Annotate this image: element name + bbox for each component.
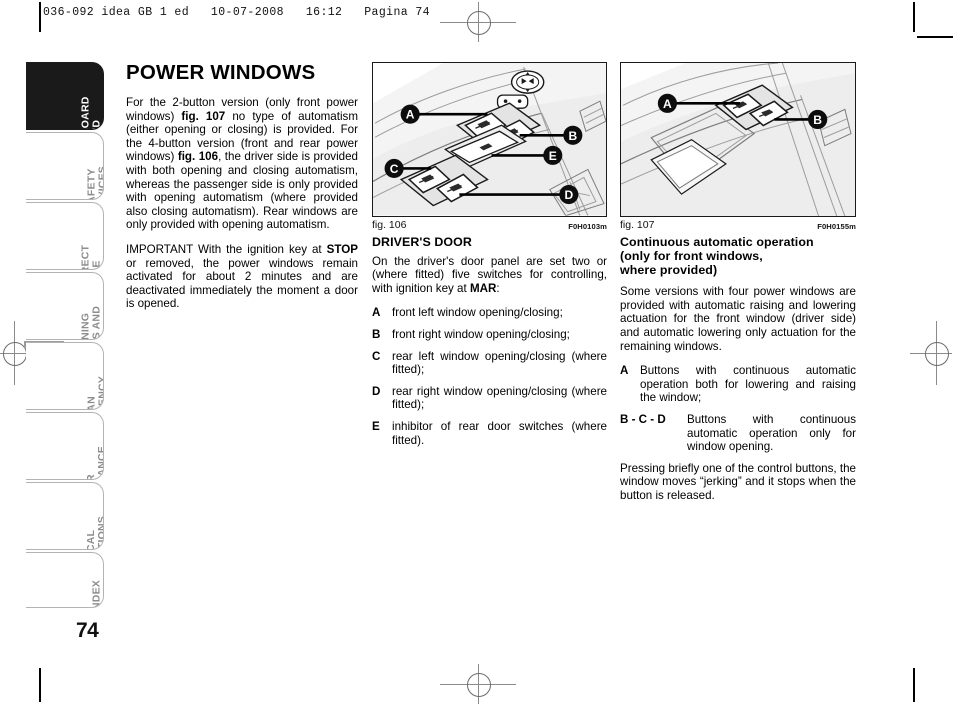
list-item-key: B <box>372 328 381 342</box>
figure-107-frame: A B <box>620 62 856 218</box>
ignition-key-mar: MAR <box>469 281 497 295</box>
drivers-door-switch-list: A front left window opening/closing; B f… <box>372 306 607 447</box>
figure-106: A B C D E fig. 106 F0H0103m <box>372 62 607 231</box>
drivers-door-intro: On the driver's door panel are set two o… <box>372 255 607 296</box>
sidebar-item-label: WARNING LIGHTS AND MESSAGES <box>79 306 104 340</box>
list-item-key: A <box>620 364 629 378</box>
list-item: A front left window opening/closing; <box>372 306 607 320</box>
svg-text:E: E <box>549 149 557 163</box>
crop-mark-bottom-left-vertical <box>39 668 41 702</box>
svg-text:A: A <box>406 108 415 122</box>
crop-mark-top-right-vertical <box>913 2 915 32</box>
list-item: B - C - D Buttons with continuous automa… <box>620 413 856 454</box>
sidebar-item-label: CORRECT USE OF THE CAR <box>80 236 104 269</box>
important-text-part-2: or removed, the power windows remain act… <box>126 256 358 311</box>
list-item-text: rear right window opening/closing (where… <box>392 384 607 412</box>
sidebar-item-label: DASHBOARD AND CONTROLS <box>80 96 104 129</box>
section-tabs: DASHBOARD AND CONTROLS SAFETY DEVICES CO… <box>26 62 108 610</box>
list-item-text: Buttons with continuous automatic operat… <box>687 413 856 454</box>
figure-106-code: F0H0103m <box>568 221 607 231</box>
sidebar-item-label: SAFETY DEVICES <box>85 166 104 200</box>
figure-106-meta: fig. 106 F0H0103m <box>372 219 607 231</box>
figure-106-illustration: A B C D E <box>373 63 606 216</box>
intro-paragraph: For the 2-button version (only front pow… <box>126 96 358 232</box>
list-item: C rear left window opening/closing (wher… <box>372 350 607 377</box>
list-item-text: front right window opening/closing; <box>392 328 570 342</box>
figure-106-caption: fig. 106 <box>372 218 407 231</box>
continuous-operation-heading: Continuous automatic operation (only for… <box>620 235 814 278</box>
sidebar-item-warning-lights-and-messages[interactable]: WARNING LIGHTS AND MESSAGES <box>26 272 104 340</box>
list-item: A Buttons with continuous automatic oper… <box>620 364 856 405</box>
crop-mark-bottom-right-vertical <box>913 668 915 702</box>
continuous-operation-list: A Buttons with continuous automatic oper… <box>620 364 856 454</box>
svg-text:B: B <box>568 129 577 143</box>
sidebar-item-technical-specifications[interactable]: TECHNICAL SPECIFICATIONS <box>26 482 104 550</box>
figure-107-meta: fig. 107 F0H0155m <box>620 219 856 231</box>
ignition-key-stop: STOP <box>326 242 358 256</box>
crop-mark-top-left-vertical <box>39 2 41 32</box>
figure-107: A B fig. 107 F0H0155m <box>620 62 856 231</box>
figure-107-illustration: A B <box>621 63 855 217</box>
jerking-paragraph: Pressing briefly one of the control butt… <box>620 461 856 503</box>
list-item-key: B - C - D <box>620 413 666 427</box>
important-paragraph: IMPORTANT With the ignition key at STOP … <box>126 243 358 311</box>
list-item-key: D <box>372 384 381 398</box>
figure-106-frame: A B C D E <box>372 62 607 217</box>
sidebar-item-dashboard-and-controls[interactable]: DASHBOARD AND CONTROLS <box>26 62 104 130</box>
svg-text:A: A <box>663 97 672 111</box>
page-title: POWER WINDOWS <box>126 61 316 84</box>
list-item-key: C <box>372 349 381 363</box>
sidebar-item-label: IN AN EMERGENCY <box>85 376 103 409</box>
figure-107-code: F0H0155m <box>817 222 856 232</box>
sidebar-item-car-maintenance[interactable]: CAR MAINTENANCE <box>26 412 104 480</box>
continuous-operation-paragraph: Some versions with four power windows ar… <box>620 285 856 353</box>
figure-107-caption: fig. 107 <box>620 219 655 232</box>
sidebar-item-label: CAR MAINTENANCE <box>85 446 103 479</box>
sidebar-item-label: INDEX <box>90 580 103 608</box>
important-text-part-1: IMPORTANT With the ignition key at <box>126 242 327 256</box>
sidebar-item-correct-use-of-the-car[interactable]: CORRECT USE OF THE CAR <box>26 202 104 270</box>
list-item-text: rear left window opening/closing (where … <box>392 349 607 377</box>
list-item-key: E <box>372 419 380 433</box>
column-two: A B C D E fig. 106 F0H0103m DRIVER'S DOO… <box>372 62 607 455</box>
list-item-key: A <box>372 306 381 320</box>
list-item-text: inhibitor of rear door switches (where f… <box>392 419 607 447</box>
column-three: A B fig. 107 F0H0155m Continuous automat… <box>620 62 856 503</box>
list-item: B front right window opening/closing; <box>372 328 607 342</box>
column-one: POWER WINDOWS For the 2-button version (… <box>126 62 358 311</box>
drivers-door-heading: DRIVER'S DOOR <box>372 234 472 249</box>
svg-text:D: D <box>564 188 573 202</box>
sidebar-item-label: TECHNICAL SPECIFICATIONS <box>85 516 103 549</box>
page-number: 74 <box>76 619 99 642</box>
sidebar-item-in-an-emergency[interactable]: IN AN EMERGENCY <box>26 342 104 410</box>
figure-ref-107: fig. 107 <box>181 109 226 123</box>
svg-text:B: B <box>813 113 822 127</box>
sidebar-item-index[interactable]: INDEX <box>26 552 104 608</box>
list-item: D rear right window opening/closing (whe… <box>372 385 607 412</box>
drivers-door-intro-part-2: : <box>496 281 500 295</box>
list-item-text: front left window opening/closing; <box>392 306 563 320</box>
list-item: E inhibitor of rear door switches (where… <box>372 420 607 447</box>
crop-mark-top-right-horizontal <box>917 36 953 38</box>
figure-ref-106: fig. 106 <box>177 150 219 164</box>
list-item-text: Buttons with continuous automatic operat… <box>640 364 856 405</box>
sidebar-item-safety-devices[interactable]: SAFETY DEVICES <box>26 132 104 200</box>
print-header-text: 036-092 idea GB 1 ed 10-07-2008 16:12 Pa… <box>43 6 430 19</box>
svg-text:C: C <box>390 162 399 176</box>
